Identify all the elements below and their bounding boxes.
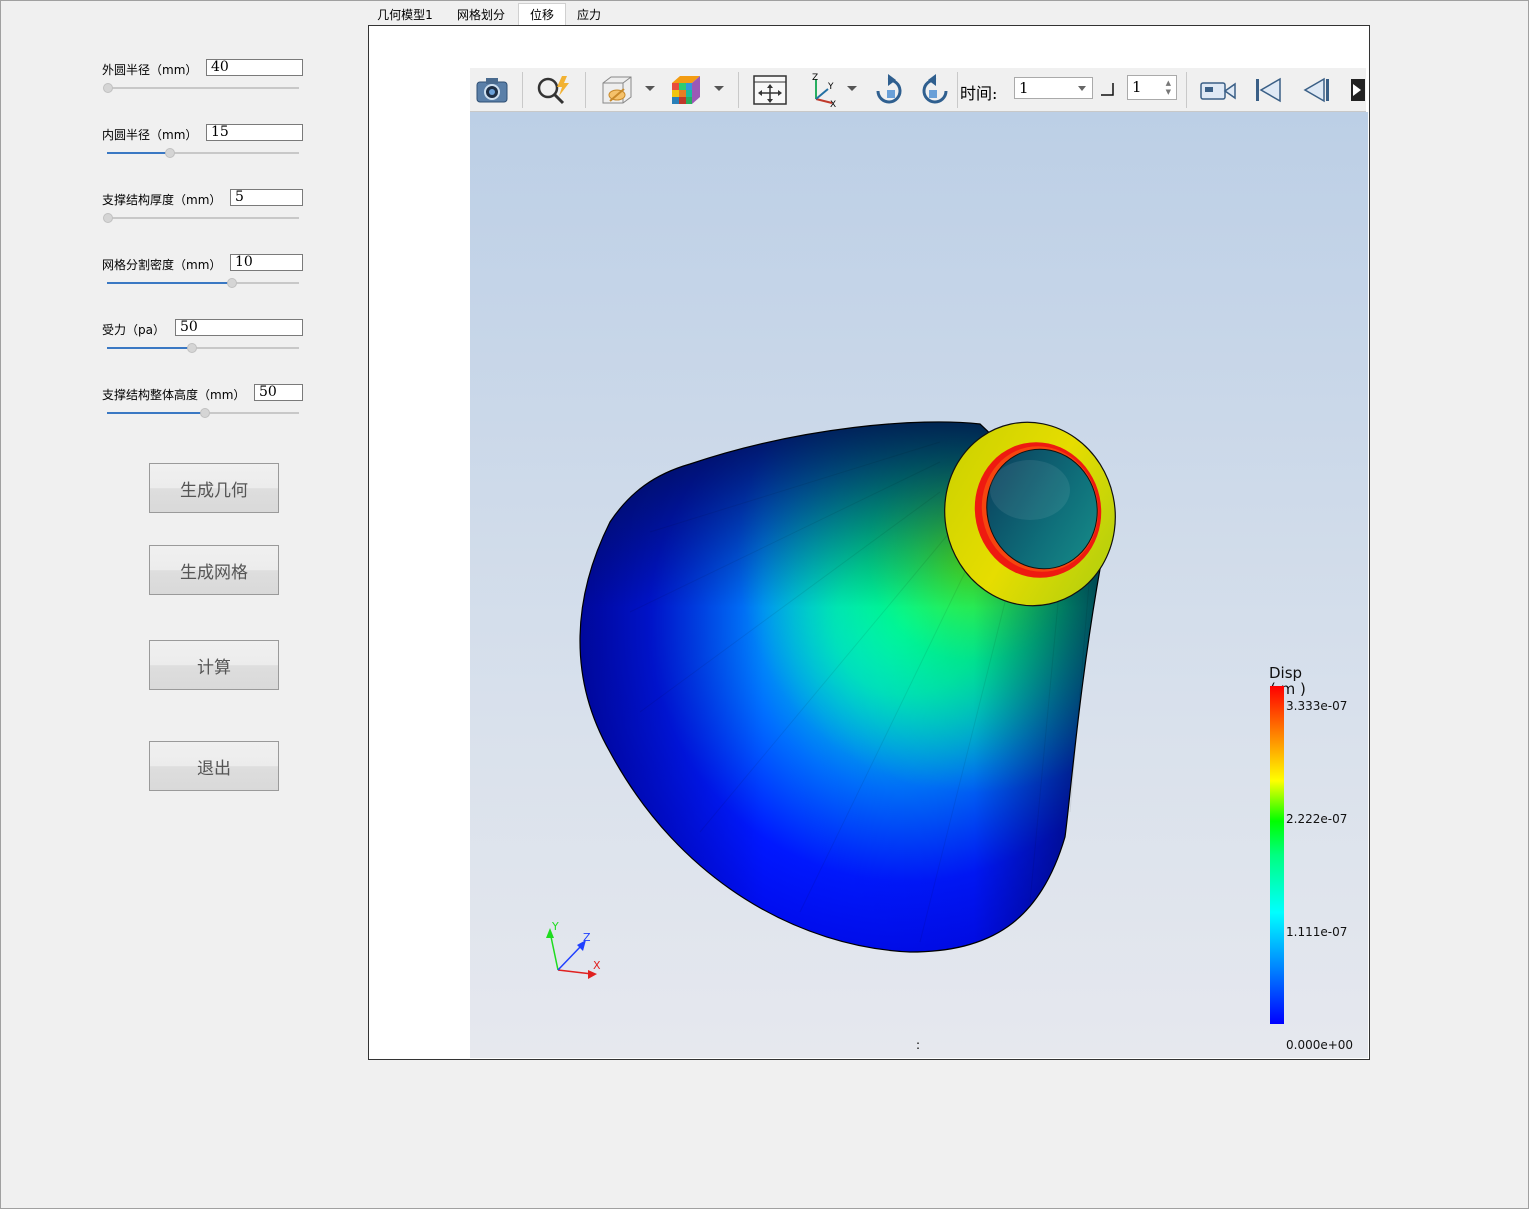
mesh-density-slider[interactable] xyxy=(107,278,299,288)
thickness-slider[interactable] xyxy=(103,213,299,223)
render-viewport[interactable]: Y Z X Disp ( m ) 3.333e-07 2.222e-07 1.1… xyxy=(470,112,1368,1058)
force-input[interactable] xyxy=(175,319,303,336)
step-value: 1 xyxy=(1132,78,1142,96)
tab-meshing[interactable]: 网格划分 xyxy=(446,4,516,25)
svg-text:Z: Z xyxy=(812,73,818,83)
exit-button[interactable]: 退出 xyxy=(149,741,279,791)
displacement-pane: ZYX 时间: 1 1 ▲ ▼ Y Z X Disp (m) 3.333e-… xyxy=(368,25,1370,1060)
mesh-density-input[interactable] xyxy=(230,254,303,271)
y-axis-label: Y xyxy=(551,920,559,933)
displacement-model: Y Z X xyxy=(546,421,1116,979)
main-window: 外圆半径（mm） 内圆半径（mm） 支撑结构厚度（mm） 网格分割密度（mm） … xyxy=(0,0,1529,1209)
thickness-input[interactable] xyxy=(230,189,303,206)
tab-geometry-model[interactable]: 几何模型1 xyxy=(368,4,442,25)
status-text: : xyxy=(916,1038,921,1052)
outer-radius-label: 外圆半径（mm） xyxy=(102,63,198,77)
force-label: 受力（pa） xyxy=(102,323,165,337)
camera-icon[interactable] xyxy=(474,72,510,108)
svg-text:X: X xyxy=(830,100,836,107)
rotate-plus-90-icon[interactable] xyxy=(868,72,908,108)
svg-text:Y: Y xyxy=(827,82,834,92)
play-icon[interactable] xyxy=(1344,72,1366,108)
zoom-to-selection-icon[interactable] xyxy=(534,72,574,108)
outer-radius-slider[interactable] xyxy=(103,83,299,93)
total-height-slider[interactable] xyxy=(107,408,299,418)
legend-tick-1: 1.111e-07 xyxy=(1286,925,1348,939)
legend-tick-2: 2.222e-07 xyxy=(1286,812,1348,826)
time-value: 1 xyxy=(1019,79,1029,97)
step-mode-icon xyxy=(1101,83,1114,96)
legend-max: 3.333e-07 xyxy=(1286,699,1348,713)
mesh-density-label: 网格分割密度（mm） xyxy=(102,258,222,272)
force-slider[interactable] xyxy=(107,343,299,353)
total-height-label: 支撑结构整体高度（mm） xyxy=(102,388,246,402)
generate-mesh-button[interactable]: 生成网格 xyxy=(149,545,279,595)
total-height-input[interactable] xyxy=(254,384,303,401)
reset-camera-icon[interactable] xyxy=(750,72,790,108)
legend-min: 0.000e+00 xyxy=(1286,1038,1354,1052)
render-view-icon[interactable] xyxy=(596,72,636,108)
time-label: 时间: xyxy=(960,84,998,103)
axes-triad: Y Z X xyxy=(546,920,601,979)
compute-button[interactable]: 计算 xyxy=(149,640,279,690)
inner-radius-slider[interactable] xyxy=(107,148,299,158)
record-icon[interactable] xyxy=(1198,72,1238,108)
z-axis-label: Z xyxy=(583,931,591,944)
rotate-minus-90-icon[interactable] xyxy=(916,72,956,108)
color-bar xyxy=(1270,686,1284,1024)
generate-geometry-button[interactable]: 生成几何 xyxy=(149,463,279,513)
color-cube-icon[interactable] xyxy=(666,72,706,108)
tab-displacement[interactable]: 位移 xyxy=(518,3,566,27)
axes-orientation-icon[interactable]: ZY X xyxy=(802,72,842,108)
first-frame-icon[interactable] xyxy=(1248,72,1288,108)
inner-radius-label: 内圆半径（mm） xyxy=(102,128,198,142)
inner-radius-input[interactable] xyxy=(206,124,303,141)
thickness-label: 支撑结构厚度（mm） xyxy=(102,193,222,207)
outer-radius-input[interactable] xyxy=(206,59,303,76)
step-spinbox[interactable]: 1 ▲ ▼ xyxy=(1127,75,1177,100)
x-axis-label: X xyxy=(593,959,601,972)
viewer-toolbar: ZY X 时间: 1 1 ▲ ▼ xyxy=(470,68,1366,112)
previous-frame-icon[interactable] xyxy=(1296,72,1336,108)
time-select[interactable]: 1 xyxy=(1014,77,1093,99)
tab-stress[interactable]: 应力 xyxy=(568,4,610,25)
